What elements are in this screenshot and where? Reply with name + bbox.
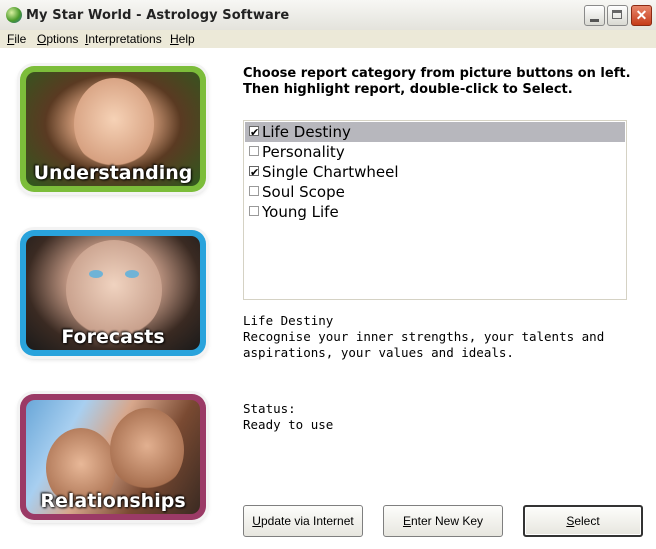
checkbox[interactable] bbox=[249, 206, 259, 216]
checkbox[interactable] bbox=[249, 146, 259, 156]
menu-help[interactable]: Help bbox=[170, 32, 195, 46]
status-panel: Status: Ready to use bbox=[243, 401, 333, 433]
select-button[interactable]: Select bbox=[523, 505, 643, 537]
close-icon: ✕ bbox=[635, 7, 648, 23]
minimize-button[interactable] bbox=[584, 5, 605, 26]
title-bar[interactable]: My Star World - Astrology Software ✕ bbox=[0, 0, 656, 31]
list-item[interactable]: Life Destiny bbox=[245, 122, 625, 143]
description-title: Life Destiny bbox=[243, 313, 334, 328]
understanding-label: Understanding bbox=[33, 162, 193, 184]
report-list[interactable]: Life Destiny Personality Single Chartwhe… bbox=[243, 120, 627, 300]
menu-options[interactable]: Options bbox=[37, 32, 78, 46]
enter-new-key-button[interactable]: Enter New Key bbox=[383, 505, 503, 537]
checkbox[interactable] bbox=[249, 163, 259, 183]
forecasts-label: Forecasts bbox=[61, 326, 165, 348]
instructions: Choose report category from picture butt… bbox=[243, 66, 631, 97]
status-value: Ready to use bbox=[243, 417, 334, 432]
description-text-1: Recognise your inner strengths, your tal… bbox=[243, 329, 605, 344]
forecasts-picture-button[interactable]: Forecasts bbox=[20, 230, 206, 356]
report-description: Life Destiny Recognise your inner streng… bbox=[243, 313, 633, 361]
checkbox[interactable] bbox=[249, 123, 259, 143]
checkbox[interactable] bbox=[249, 186, 259, 196]
app-globe-icon bbox=[6, 7, 22, 23]
menu-bar: File Options Interpretations Help bbox=[0, 30, 656, 48]
understanding-picture-button[interactable]: Understanding bbox=[20, 66, 206, 192]
status-label: Status: bbox=[243, 401, 296, 416]
close-button[interactable]: ✕ bbox=[631, 5, 652, 26]
list-item[interactable]: Personality bbox=[245, 142, 625, 162]
window-title: My Star World - Astrology Software bbox=[26, 8, 290, 23]
menu-interpretations[interactable]: Interpretations bbox=[85, 32, 162, 46]
list-item[interactable]: Soul Scope bbox=[245, 182, 625, 202]
description-text-2: aspirations, your values and ideals. bbox=[243, 345, 514, 360]
update-via-internet-button[interactable]: Update via Internet bbox=[243, 505, 363, 537]
list-item[interactable]: Young Life bbox=[245, 202, 625, 222]
relationships-picture-button[interactable]: Relationships bbox=[20, 394, 206, 520]
list-item[interactable]: Single Chartwheel bbox=[245, 162, 625, 183]
menu-file[interactable]: File bbox=[7, 32, 26, 46]
maximize-button[interactable] bbox=[607, 5, 628, 26]
relationships-label: Relationships bbox=[40, 490, 186, 512]
